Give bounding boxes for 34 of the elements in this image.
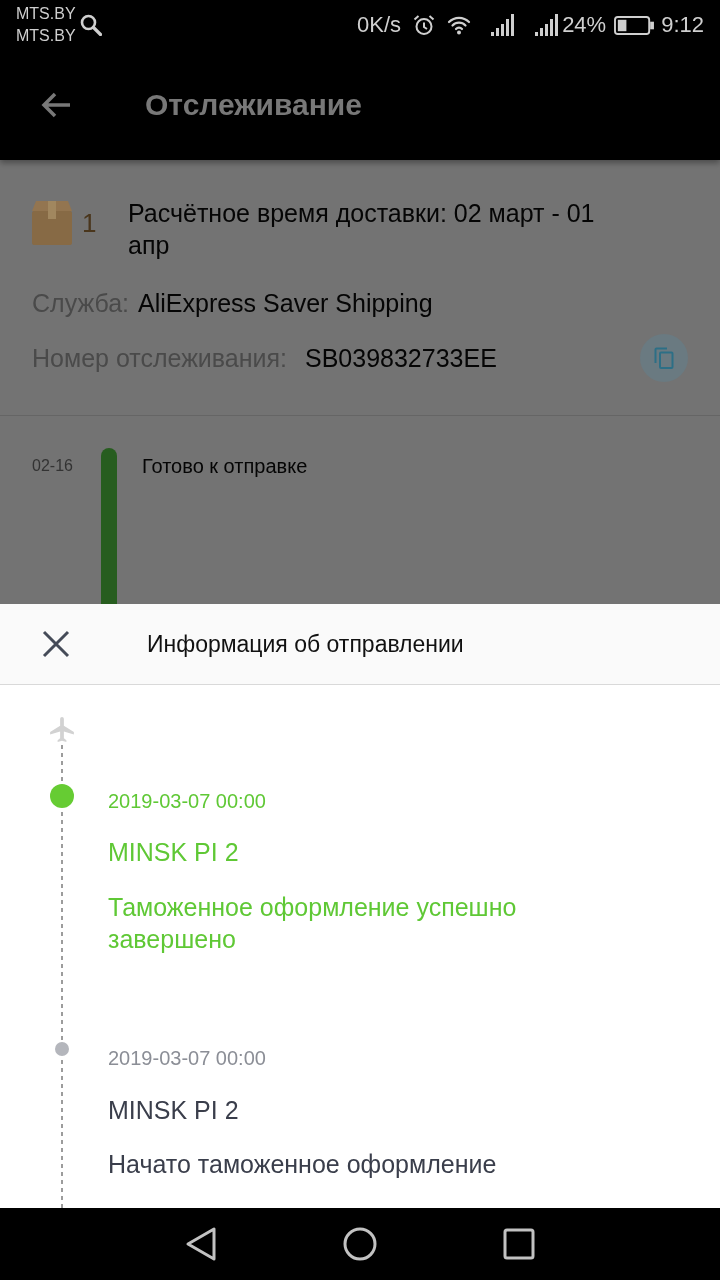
wifi-icon — [447, 15, 472, 35]
step-status: Готово к отправке — [142, 454, 308, 479]
back-icon[interactable] — [40, 91, 72, 119]
battery-percent: 24% — [562, 12, 607, 38]
package-count: 1 — [82, 207, 97, 239]
search-icon — [79, 14, 102, 36]
screen-title: Отслеживание — [145, 88, 362, 122]
alarm-clock-icon — [413, 14, 436, 36]
home-circle-icon[interactable] — [343, 1227, 377, 1261]
battery-icon — [614, 15, 655, 35]
tracking-number: SB039832733EE — [305, 343, 497, 373]
event-date: 2019-03-07 00:00 — [108, 1046, 266, 1071]
delivery-estimate: Расчётное время доставки: 02 март - 01 апр — [128, 198, 596, 261]
signal-icon — [491, 14, 516, 36]
network-speed: 0K/s — [357, 12, 402, 38]
signal-icon — [535, 14, 560, 36]
recent-apps-square-icon[interactable] — [503, 1228, 535, 1260]
clock-time: 9:12 — [661, 12, 704, 38]
sheet-title: Информация об отправлении — [147, 630, 464, 658]
event-location: MINSK PI 2 — [108, 837, 239, 868]
package-icon — [32, 201, 72, 245]
event-location: MINSK PI 2 — [108, 1095, 239, 1126]
carrier-label: MTS.BY — [16, 26, 76, 46]
airplane-icon — [50, 717, 74, 742]
step-date: 02-16 — [32, 456, 74, 476]
event-description: Таможенное оформление успешно завершено — [108, 892, 518, 955]
event-description: Начато таможенное оформление — [108, 1149, 497, 1180]
copy-icon — [654, 347, 674, 369]
service-value: AliExpress Saver Shipping — [138, 288, 433, 318]
carrier-label: MTS.BY — [16, 4, 76, 24]
back-triangle-icon[interactable] — [185, 1226, 217, 1262]
timeline-connector — [61, 745, 63, 781]
close-icon[interactable] — [42, 630, 70, 658]
event-date: 2019-03-07 00:00 — [108, 789, 266, 814]
